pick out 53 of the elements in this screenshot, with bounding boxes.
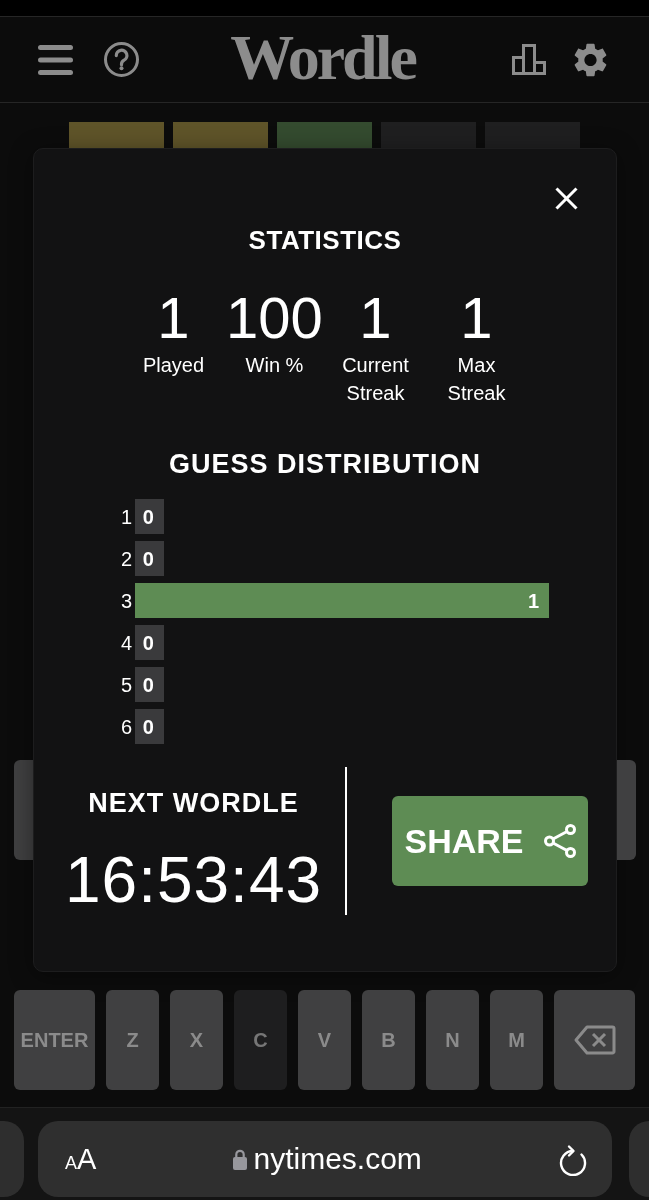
stat-label: Current Streak [341,353,410,406]
reload-icon [559,1142,587,1176]
keyboard-key[interactable]: V [298,990,351,1090]
stat-label: Max Streak [446,353,507,406]
keyboard-key[interactable]: N [426,990,479,1090]
countdown-timer: 16:53:43 [64,848,323,912]
menu-button[interactable] [38,44,73,75]
menu-icon [38,44,73,75]
close-button[interactable] [555,187,578,210]
keyboard-key[interactable]: C [234,990,287,1090]
statistics-button[interactable] [512,44,546,75]
stat-label: Played [142,353,205,378]
reload-button[interactable] [559,1142,587,1176]
stat-value: 1 [460,289,493,347]
guess-number: 5 [119,672,132,697]
stat-value: 100 [226,289,323,347]
game-title: Wordle [230,26,415,90]
settings-button[interactable] [574,42,607,77]
url-text: nytimes.com [253,1142,422,1176]
keyboard-key[interactable]: X [170,990,223,1090]
section-heading: NEXT WORDLE [88,788,299,818]
stat-value: 1 [359,289,392,347]
dialog-title: STATISTICS [248,225,402,255]
guess-number: 4 [119,630,132,655]
address-bar[interactable]: AA nytimes.com [38,1121,612,1197]
close-icon [555,187,578,210]
lock-icon [233,1148,248,1170]
distribution-bar: 1 [135,583,549,618]
share-icon [543,824,576,858]
text-size-button[interactable]: AA [65,1144,97,1174]
backspace-key[interactable] [554,990,635,1090]
distribution-bar: 0 [135,499,164,534]
help-button[interactable] [104,42,139,77]
settings-icon [574,42,607,77]
distribution-bar: 0 [135,541,164,576]
distribution-bar: 0 [135,709,164,744]
section-heading: GUESS DISTRIBUTION [169,449,481,479]
keyboard-key[interactable]: B [362,990,415,1090]
share-button[interactable]: SHARE [392,796,588,886]
guess-number: 1 [119,504,132,529]
stat-value: 1 [157,289,190,347]
guess-number: 2 [119,546,132,571]
enter-key[interactable]: ENTER [14,990,95,1090]
distribution-bar: 0 [135,625,164,660]
distribution-bar: 0 [135,667,164,702]
guess-number: 3 [119,588,132,613]
help-icon [104,42,139,77]
backspace-icon [573,1025,616,1055]
guess-number: 6 [119,714,132,739]
keyboard-key[interactable]: M [490,990,543,1090]
stat-label: Win % [245,353,304,378]
bar-chart-icon [512,44,546,75]
keyboard-key[interactable]: Z [106,990,159,1090]
